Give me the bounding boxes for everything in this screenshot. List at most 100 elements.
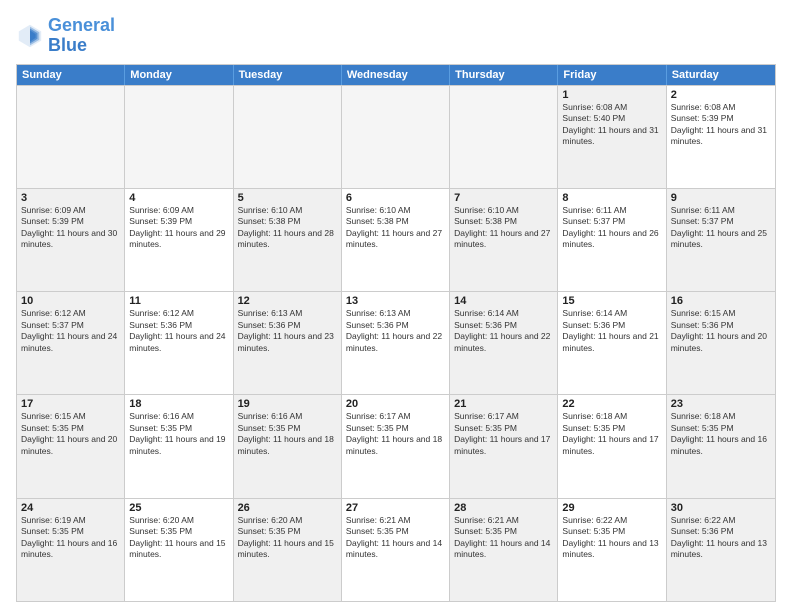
day-number: 4 <box>129 192 228 204</box>
cell-info: Sunrise: 6:10 AM Sunset: 5:38 PM Dayligh… <box>238 205 337 251</box>
cal-cell: 25Sunrise: 6:20 AM Sunset: 5:35 PM Dayli… <box>125 499 233 601</box>
cal-cell: 29Sunrise: 6:22 AM Sunset: 5:35 PM Dayli… <box>558 499 666 601</box>
cal-row: 3Sunrise: 6:09 AM Sunset: 5:39 PM Daylig… <box>17 188 775 291</box>
cal-cell: 4Sunrise: 6:09 AM Sunset: 5:39 PM Daylig… <box>125 189 233 291</box>
cal-cell: 15Sunrise: 6:14 AM Sunset: 5:36 PM Dayli… <box>558 292 666 394</box>
cell-info: Sunrise: 6:20 AM Sunset: 5:35 PM Dayligh… <box>129 515 228 561</box>
cal-cell: 11Sunrise: 6:12 AM Sunset: 5:36 PM Dayli… <box>125 292 233 394</box>
logo-text: General Blue <box>48 16 115 56</box>
cell-info: Sunrise: 6:11 AM Sunset: 5:37 PM Dayligh… <box>671 205 771 251</box>
cal-cell: 22Sunrise: 6:18 AM Sunset: 5:35 PM Dayli… <box>558 395 666 497</box>
calendar-body: 1Sunrise: 6:08 AM Sunset: 5:40 PM Daylig… <box>17 85 775 601</box>
cal-cell: 8Sunrise: 6:11 AM Sunset: 5:37 PM Daylig… <box>558 189 666 291</box>
cal-cell: 28Sunrise: 6:21 AM Sunset: 5:35 PM Dayli… <box>450 499 558 601</box>
day-number: 26 <box>238 502 337 514</box>
cell-info: Sunrise: 6:09 AM Sunset: 5:39 PM Dayligh… <box>21 205 120 251</box>
cell-info: Sunrise: 6:17 AM Sunset: 5:35 PM Dayligh… <box>346 411 445 457</box>
cell-info: Sunrise: 6:12 AM Sunset: 5:37 PM Dayligh… <box>21 308 120 354</box>
cal-cell <box>450 86 558 188</box>
cell-info: Sunrise: 6:12 AM Sunset: 5:36 PM Dayligh… <box>129 308 228 354</box>
day-number: 6 <box>346 192 445 204</box>
day-number: 9 <box>671 192 771 204</box>
cal-cell: 20Sunrise: 6:17 AM Sunset: 5:35 PM Dayli… <box>342 395 450 497</box>
day-number: 23 <box>671 398 771 410</box>
logo: General Blue <box>16 16 115 56</box>
cal-cell <box>125 86 233 188</box>
cell-info: Sunrise: 6:18 AM Sunset: 5:35 PM Dayligh… <box>562 411 661 457</box>
day-number: 30 <box>671 502 771 514</box>
cell-info: Sunrise: 6:09 AM Sunset: 5:39 PM Dayligh… <box>129 205 228 251</box>
page: General Blue SundayMondayTuesdayWednesda… <box>0 0 792 612</box>
cell-info: Sunrise: 6:14 AM Sunset: 5:36 PM Dayligh… <box>454 308 553 354</box>
cal-cell: 23Sunrise: 6:18 AM Sunset: 5:35 PM Dayli… <box>667 395 775 497</box>
cell-info: Sunrise: 6:08 AM Sunset: 5:39 PM Dayligh… <box>671 102 771 148</box>
cal-cell: 26Sunrise: 6:20 AM Sunset: 5:35 PM Dayli… <box>234 499 342 601</box>
cell-info: Sunrise: 6:15 AM Sunset: 5:36 PM Dayligh… <box>671 308 771 354</box>
cell-info: Sunrise: 6:08 AM Sunset: 5:40 PM Dayligh… <box>562 102 661 148</box>
cell-info: Sunrise: 6:11 AM Sunset: 5:37 PM Dayligh… <box>562 205 661 251</box>
day-number: 25 <box>129 502 228 514</box>
cell-info: Sunrise: 6:10 AM Sunset: 5:38 PM Dayligh… <box>454 205 553 251</box>
logo-icon <box>16 22 44 50</box>
cell-info: Sunrise: 6:17 AM Sunset: 5:35 PM Dayligh… <box>454 411 553 457</box>
day-number: 27 <box>346 502 445 514</box>
cal-cell <box>17 86 125 188</box>
day-number: 3 <box>21 192 120 204</box>
day-number: 15 <box>562 295 661 307</box>
header: General Blue <box>16 16 776 56</box>
day-number: 28 <box>454 502 553 514</box>
cell-info: Sunrise: 6:21 AM Sunset: 5:35 PM Dayligh… <box>346 515 445 561</box>
cal-cell <box>234 86 342 188</box>
day-number: 14 <box>454 295 553 307</box>
calendar: SundayMondayTuesdayWednesdayThursdayFrid… <box>16 64 776 602</box>
day-number: 20 <box>346 398 445 410</box>
day-number: 29 <box>562 502 661 514</box>
cal-header-cell: Sunday <box>17 65 125 85</box>
day-number: 5 <box>238 192 337 204</box>
cal-cell: 10Sunrise: 6:12 AM Sunset: 5:37 PM Dayli… <box>17 292 125 394</box>
cal-cell: 14Sunrise: 6:14 AM Sunset: 5:36 PM Dayli… <box>450 292 558 394</box>
cal-cell: 27Sunrise: 6:21 AM Sunset: 5:35 PM Dayli… <box>342 499 450 601</box>
cell-info: Sunrise: 6:21 AM Sunset: 5:35 PM Dayligh… <box>454 515 553 561</box>
day-number: 7 <box>454 192 553 204</box>
cal-cell: 6Sunrise: 6:10 AM Sunset: 5:38 PM Daylig… <box>342 189 450 291</box>
day-number: 13 <box>346 295 445 307</box>
cal-cell: 1Sunrise: 6:08 AM Sunset: 5:40 PM Daylig… <box>558 86 666 188</box>
cal-header-cell: Wednesday <box>342 65 450 85</box>
day-number: 2 <box>671 89 771 101</box>
cal-cell <box>342 86 450 188</box>
day-number: 10 <box>21 295 120 307</box>
cal-cell: 13Sunrise: 6:13 AM Sunset: 5:36 PM Dayli… <box>342 292 450 394</box>
cell-info: Sunrise: 6:16 AM Sunset: 5:35 PM Dayligh… <box>129 411 228 457</box>
day-number: 21 <box>454 398 553 410</box>
day-number: 16 <box>671 295 771 307</box>
day-number: 11 <box>129 295 228 307</box>
day-number: 1 <box>562 89 661 101</box>
cal-row: 10Sunrise: 6:12 AM Sunset: 5:37 PM Dayli… <box>17 291 775 394</box>
cal-cell: 30Sunrise: 6:22 AM Sunset: 5:36 PM Dayli… <box>667 499 775 601</box>
cell-info: Sunrise: 6:19 AM Sunset: 5:35 PM Dayligh… <box>21 515 120 561</box>
cell-info: Sunrise: 6:13 AM Sunset: 5:36 PM Dayligh… <box>346 308 445 354</box>
cal-cell: 9Sunrise: 6:11 AM Sunset: 5:37 PM Daylig… <box>667 189 775 291</box>
cal-cell: 17Sunrise: 6:15 AM Sunset: 5:35 PM Dayli… <box>17 395 125 497</box>
cell-info: Sunrise: 6:16 AM Sunset: 5:35 PM Dayligh… <box>238 411 337 457</box>
cal-cell: 21Sunrise: 6:17 AM Sunset: 5:35 PM Dayli… <box>450 395 558 497</box>
cell-info: Sunrise: 6:20 AM Sunset: 5:35 PM Dayligh… <box>238 515 337 561</box>
cal-header-cell: Saturday <box>667 65 775 85</box>
cal-header-cell: Tuesday <box>234 65 342 85</box>
cal-cell: 16Sunrise: 6:15 AM Sunset: 5:36 PM Dayli… <box>667 292 775 394</box>
cal-header-cell: Monday <box>125 65 233 85</box>
cal-cell: 24Sunrise: 6:19 AM Sunset: 5:35 PM Dayli… <box>17 499 125 601</box>
cell-info: Sunrise: 6:22 AM Sunset: 5:36 PM Dayligh… <box>671 515 771 561</box>
day-number: 12 <box>238 295 337 307</box>
cal-cell: 5Sunrise: 6:10 AM Sunset: 5:38 PM Daylig… <box>234 189 342 291</box>
day-number: 18 <box>129 398 228 410</box>
day-number: 22 <box>562 398 661 410</box>
cal-cell: 19Sunrise: 6:16 AM Sunset: 5:35 PM Dayli… <box>234 395 342 497</box>
calendar-header: SundayMondayTuesdayWednesdayThursdayFrid… <box>17 65 775 85</box>
cell-info: Sunrise: 6:13 AM Sunset: 5:36 PM Dayligh… <box>238 308 337 354</box>
cell-info: Sunrise: 6:14 AM Sunset: 5:36 PM Dayligh… <box>562 308 661 354</box>
cal-cell: 3Sunrise: 6:09 AM Sunset: 5:39 PM Daylig… <box>17 189 125 291</box>
cell-info: Sunrise: 6:10 AM Sunset: 5:38 PM Dayligh… <box>346 205 445 251</box>
day-number: 24 <box>21 502 120 514</box>
